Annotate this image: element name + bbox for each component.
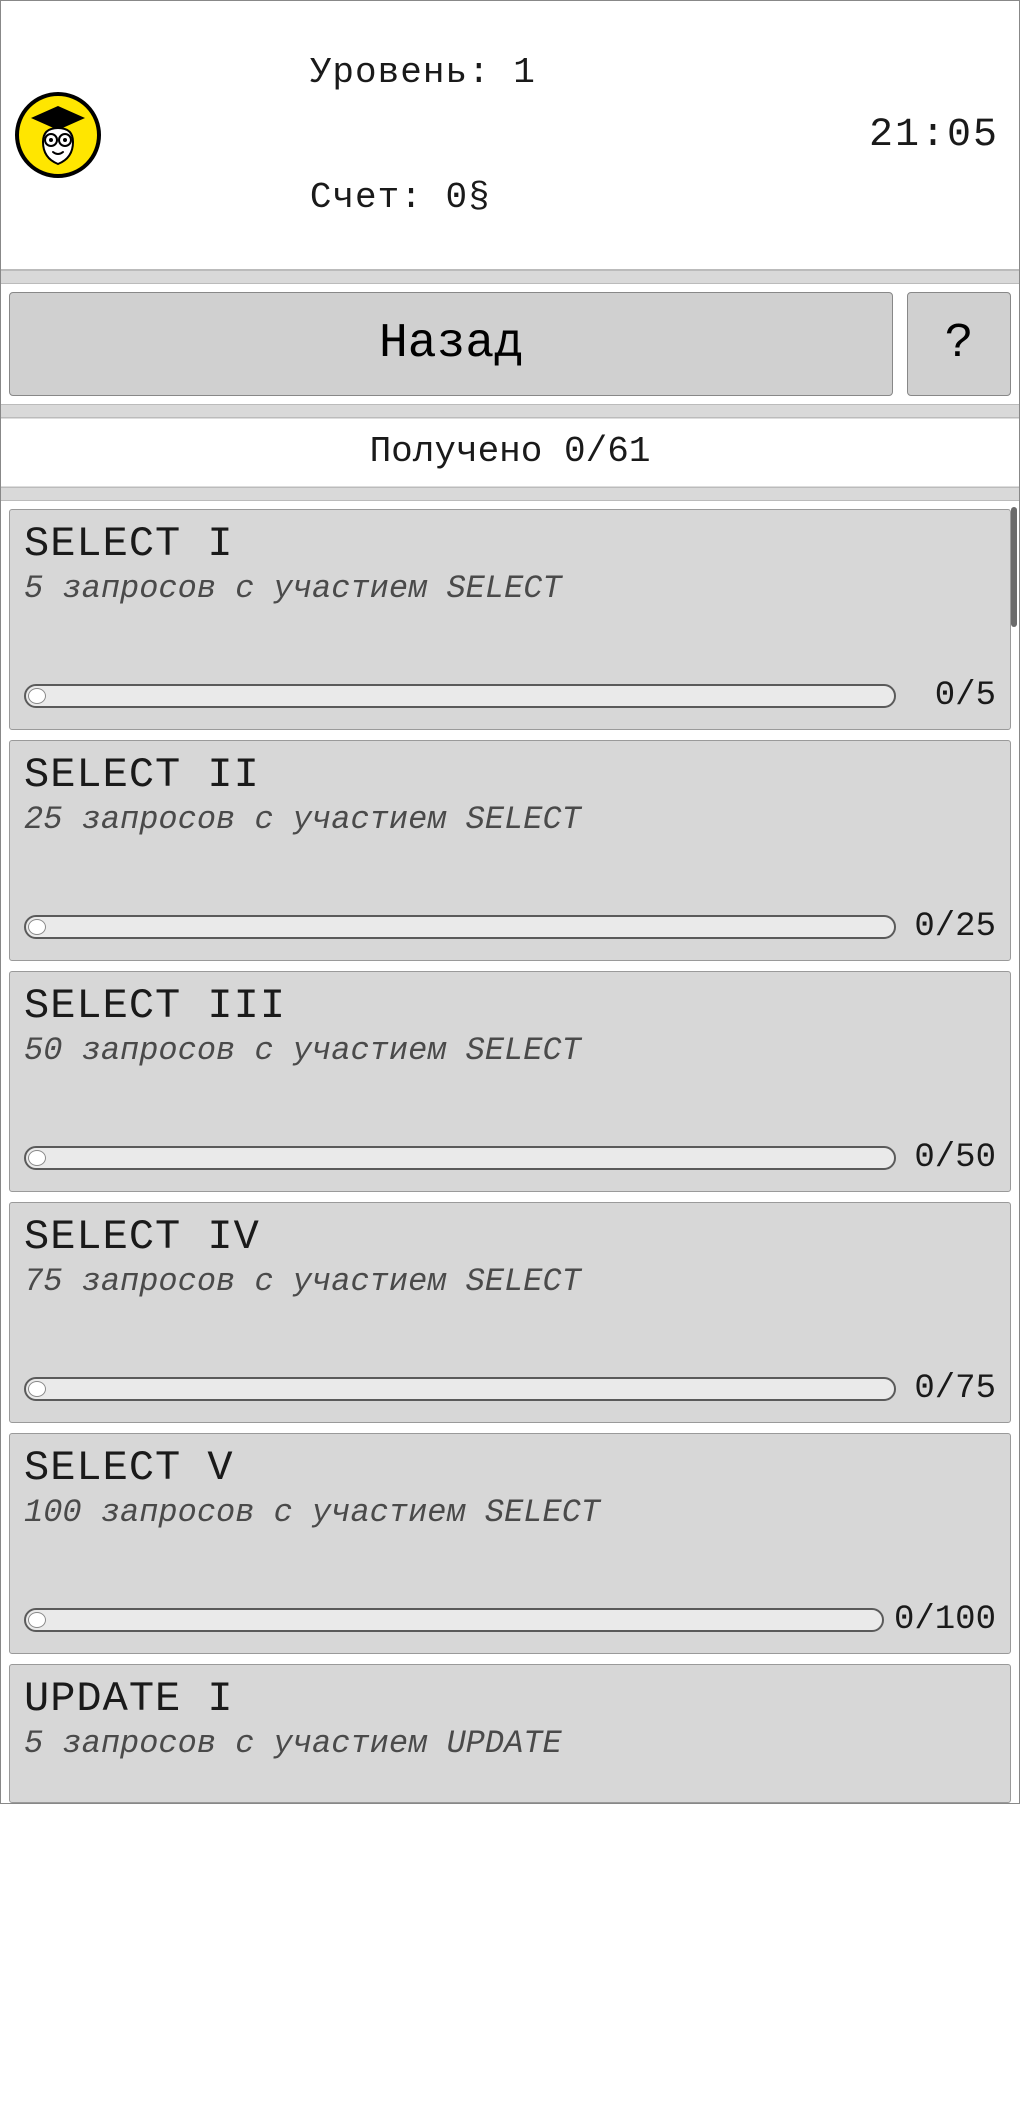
separator [1,270,1019,284]
achievement-card[interactable]: SELECT II25 запросов с участием SELECT 0/… [9,740,1011,961]
score-line: Счет: 0§ [129,136,536,259]
progress-label: 0/25 [906,908,996,946]
score-label: Счет: [310,177,423,218]
progress-row: 0/50 [24,1139,996,1177]
help-button[interactable]: ? [907,292,1011,396]
progress-row: 0/100 [24,1601,996,1639]
separator [1,404,1019,418]
progress-thumb [28,688,46,704]
progress-row: 0/5 [24,677,996,715]
status-total: 61 [607,431,650,472]
progress-label: 0/100 [894,1601,996,1639]
achievement-subtitle: 50 запросов с участием SELECT [24,1032,996,1069]
progress-bar [24,915,896,939]
status-current: 0 [564,431,586,472]
progress-bar [24,1146,896,1170]
achievement-title: UPDATE I [24,1675,996,1723]
scrollbar-thumb[interactable] [1011,507,1017,627]
achievement-list[interactable]: SELECT I5 запросов с участием SELECT0/5S… [1,501,1019,1803]
achievement-title: SELECT IV [24,1213,996,1261]
achievement-card[interactable]: SELECT V100 запросов с участием SELECT 0/… [9,1433,1011,1654]
score-value: 0§ [445,177,490,218]
achievement-card[interactable]: SELECT IV75 запросов с участием SELECT 0/… [9,1202,1011,1423]
achievement-subtitle: 25 запросов с участием SELECT [24,801,996,838]
achievement-title: SELECT II [24,751,996,799]
achievement-card[interactable]: SELECT I5 запросов с участием SELECT 0/5 [9,509,1011,730]
toolbar: Назад ? [1,284,1019,404]
progress-row: 0/25 [24,908,996,946]
status-label: Получено [370,431,543,472]
achievement-title: SELECT V [24,1444,996,1492]
status-bar: Получено 0/61 [1,418,1019,487]
progress-bar [24,1377,896,1401]
progress-label: 0/75 [906,1370,996,1408]
progress-thumb [28,1150,46,1166]
progress-bar [24,684,896,708]
progress-thumb [28,919,46,935]
progress-row: 0/75 [24,1370,996,1408]
level-label: Уровень: [310,52,491,93]
level-line: Уровень: 1 [129,11,536,134]
separator [1,487,1019,501]
achievement-card[interactable]: SELECT III50 запросов с участием SELECT 0… [9,971,1011,1192]
achievement-card[interactable]: UPDATE I5 запросов с участием UPDATE [9,1664,1011,1803]
avatar-icon [23,98,93,173]
achievement-subtitle: 5 запросов с участием UPDATE [24,1725,996,1762]
achievement-title: SELECT III [24,982,996,1030]
clock: 21:05 [869,113,999,158]
avatar[interactable] [15,92,101,178]
achievement-title: SELECT I [24,520,996,568]
progress-label: 0/5 [906,677,996,715]
achievement-subtitle: 5 запросов с участием SELECT [24,570,996,607]
progress-bar [24,1608,884,1632]
header-bar: Уровень: 1 Счет: 0§ 21:05 [1,1,1019,270]
progress-thumb [28,1612,46,1628]
back-button[interactable]: Назад [9,292,893,396]
progress-thumb [28,1381,46,1397]
achievement-subtitle: 100 запросов с участием SELECT [24,1494,996,1531]
level-value: 1 [513,52,536,93]
progress-label: 0/50 [906,1139,996,1177]
achievement-subtitle: 75 запросов с участием SELECT [24,1263,996,1300]
